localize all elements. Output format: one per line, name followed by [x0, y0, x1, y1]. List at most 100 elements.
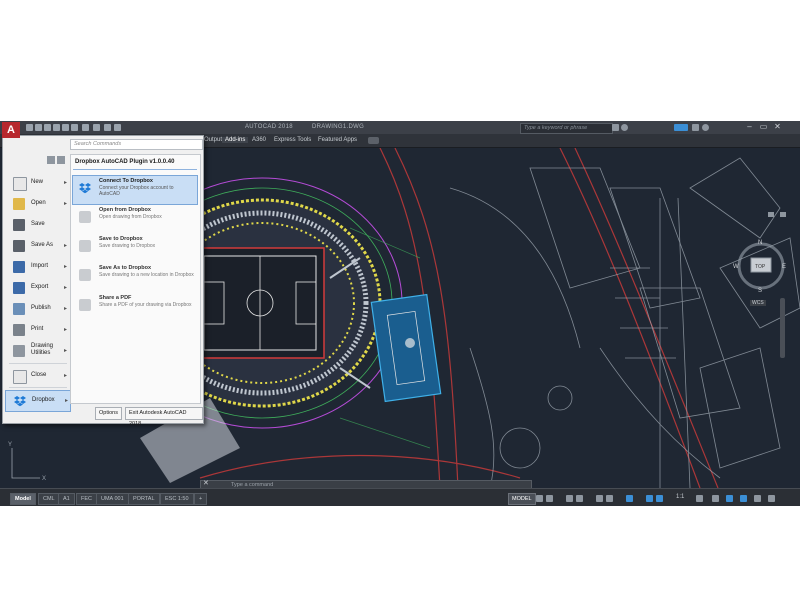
submenu-arrow-icon: ▸: [65, 398, 69, 404]
model-space-button[interactable]: MODEL: [508, 493, 536, 505]
layout-tab-portal[interactable]: PORTAL: [128, 493, 160, 505]
layout-tab-fec[interactable]: FEC: [76, 493, 97, 505]
quick-open-icon[interactable]: [35, 124, 42, 131]
lineweight-icon[interactable]: [626, 495, 633, 502]
title-bar: AUTOCAD 2018 DRAWING1.DWG Type a keyword…: [0, 121, 800, 135]
annotation-scale[interactable]: 1:1: [676, 494, 684, 500]
open-documents-icon[interactable]: [57, 156, 65, 164]
menu-item-dropbox[interactable]: Dropbox ▸: [5, 390, 71, 412]
exchange-icon[interactable]: [692, 124, 699, 131]
recent-documents-icon[interactable]: [47, 156, 55, 164]
workspace-gear-icon[interactable]: [696, 495, 703, 502]
menu-item-label: Save As: [31, 242, 54, 248]
application-menu: Search Commands New ▸ Open ▸ Save Save A…: [2, 135, 204, 427]
menu-item-new[interactable]: New ▸: [5, 173, 69, 193]
tab-express-tools[interactable]: Express Tools: [274, 137, 311, 143]
viewcube-east-label: E: [782, 264, 787, 270]
osnap-icon[interactable]: [596, 495, 603, 502]
menu-item-save[interactable]: Save: [5, 215, 69, 235]
item-description: Save drawing to a new location in Dropbo…: [99, 272, 194, 278]
viewcube-south-label: S: [758, 288, 763, 294]
annotation-monitor-icon[interactable]: [712, 495, 719, 502]
search-icon[interactable]: [612, 124, 619, 131]
grid-icon[interactable]: [536, 495, 543, 502]
layout-tab-esc[interactable]: ESC 1:50: [160, 493, 194, 505]
menu-item-close[interactable]: Close ▸: [5, 366, 69, 386]
close-window-button[interactable]: ✕: [772, 122, 783, 132]
save-as-to-dropbox-item[interactable]: Save As to Dropbox Save drawing to a new…: [73, 263, 197, 291]
menu-item-open[interactable]: Open ▸: [5, 194, 69, 214]
menu-item-publish[interactable]: Publish ▸: [5, 299, 69, 319]
ribbon-options-dropdown[interactable]: [368, 137, 379, 144]
options-button[interactable]: Options: [95, 407, 122, 420]
menu-item-label: Close: [31, 372, 47, 378]
viewcube-top-face[interactable]: TOP: [755, 264, 765, 270]
quick-save-icon[interactable]: [44, 124, 51, 131]
help-search-input[interactable]: Type a keyword or phrase: [520, 123, 613, 134]
add-layout-button[interactable]: +: [194, 493, 208, 505]
hardware-acceleration-icon[interactable]: [740, 495, 747, 502]
layout-tab-a1[interactable]: A1: [58, 493, 75, 505]
isolate-objects-icon[interactable]: [726, 495, 733, 502]
navigation-bar[interactable]: [780, 298, 785, 358]
auto-scale-icon[interactable]: [656, 495, 663, 502]
autodesk-a360-icon[interactable]: [674, 124, 688, 131]
polar-icon[interactable]: [576, 495, 583, 502]
annotation-visibility-icon[interactable]: [646, 495, 653, 502]
quick-print-icon[interactable]: [62, 124, 69, 131]
layout-tab-uma-001[interactable]: UMA 001: [96, 493, 129, 505]
menu-item-drawing-utilities[interactable]: Drawing Utilities ▸: [5, 341, 69, 361]
redo-icon[interactable]: [93, 124, 100, 131]
cloud-save-icon: [79, 240, 91, 252]
publish-icon: [13, 303, 25, 315]
connect-to-dropbox-item[interactable]: Connect To Dropbox Connect your Dropbox …: [72, 175, 198, 205]
menu-divider: [9, 387, 67, 388]
tab-add-ins[interactable]: Add-ins: [222, 137, 249, 143]
application-menu-button[interactable]: A: [2, 122, 20, 138]
tab-output[interactable]: Output: [204, 137, 222, 143]
menu-item-print[interactable]: Print ▸: [5, 320, 69, 340]
layout-tab-model[interactable]: Model: [10, 493, 36, 505]
help-icon[interactable]: [702, 124, 709, 131]
import-icon: [13, 261, 25, 273]
open-from-dropbox-item[interactable]: Open from Dropbox Open drawing from Drop…: [73, 205, 197, 233]
panel-divider: [73, 169, 197, 170]
cloud-open-icon: [79, 211, 91, 223]
quick-save-as-icon[interactable]: [53, 124, 60, 131]
ortho-icon[interactable]: [566, 495, 573, 502]
exit-autocad-button[interactable]: Exit Autodesk AutoCAD 2018: [125, 407, 203, 427]
menu-item-label: Export: [31, 284, 49, 290]
user-icon[interactable]: [621, 124, 628, 131]
menu-item-label: Drawing Utilities: [31, 343, 54, 356]
clean-screen-icon[interactable]: [754, 495, 761, 502]
snap-icon[interactable]: [546, 495, 553, 502]
quick-new-icon[interactable]: [26, 124, 33, 131]
tab-a360[interactable]: A360: [252, 137, 266, 143]
panel-title: Dropbox AutoCAD Plugin v1.0.0.40: [75, 159, 175, 165]
quick-plot-icon[interactable]: [71, 124, 78, 131]
minimize-button[interactable]: –: [744, 122, 755, 132]
viewport-close-icon[interactable]: [780, 212, 786, 217]
recent-documents-toggle[interactable]: [47, 156, 67, 164]
dropbox-icon: [14, 396, 26, 407]
viewport-restore-icon[interactable]: [768, 212, 774, 217]
layout-tab-cml[interactable]: CML: [38, 493, 60, 505]
share-icon[interactable]: [104, 124, 111, 131]
maximize-button[interactable]: ▭: [758, 122, 769, 132]
menu-item-export[interactable]: Export ▸: [5, 278, 69, 298]
status-bar: Model CML A1 FEC UMA 001 PORTAL ESC 1:50…: [0, 488, 800, 506]
submenu-arrow-icon: ▸: [64, 180, 68, 186]
save-to-dropbox-item[interactable]: Save to Dropbox Save drawing to Dropbox: [73, 234, 197, 262]
otrack-icon[interactable]: [606, 495, 613, 502]
undo-icon[interactable]: [82, 124, 89, 131]
qat-dropdown-icon[interactable]: [114, 124, 121, 131]
command-line-close-icon[interactable]: ✕: [203, 479, 209, 487]
customization-icon[interactable]: [768, 495, 775, 502]
menu-item-import[interactable]: Import ▸: [5, 257, 69, 277]
tab-featured-apps[interactable]: Featured Apps: [318, 137, 357, 143]
search-commands-input[interactable]: Search Commands: [70, 139, 203, 150]
share-pdf-item[interactable]: Share a PDF Share a PDF of your drawing …: [73, 293, 197, 321]
viewcube-west-label: W: [733, 264, 739, 270]
wcs-menu[interactable]: WCS: [750, 300, 766, 306]
menu-item-save-as[interactable]: Save As ▸: [5, 236, 69, 256]
